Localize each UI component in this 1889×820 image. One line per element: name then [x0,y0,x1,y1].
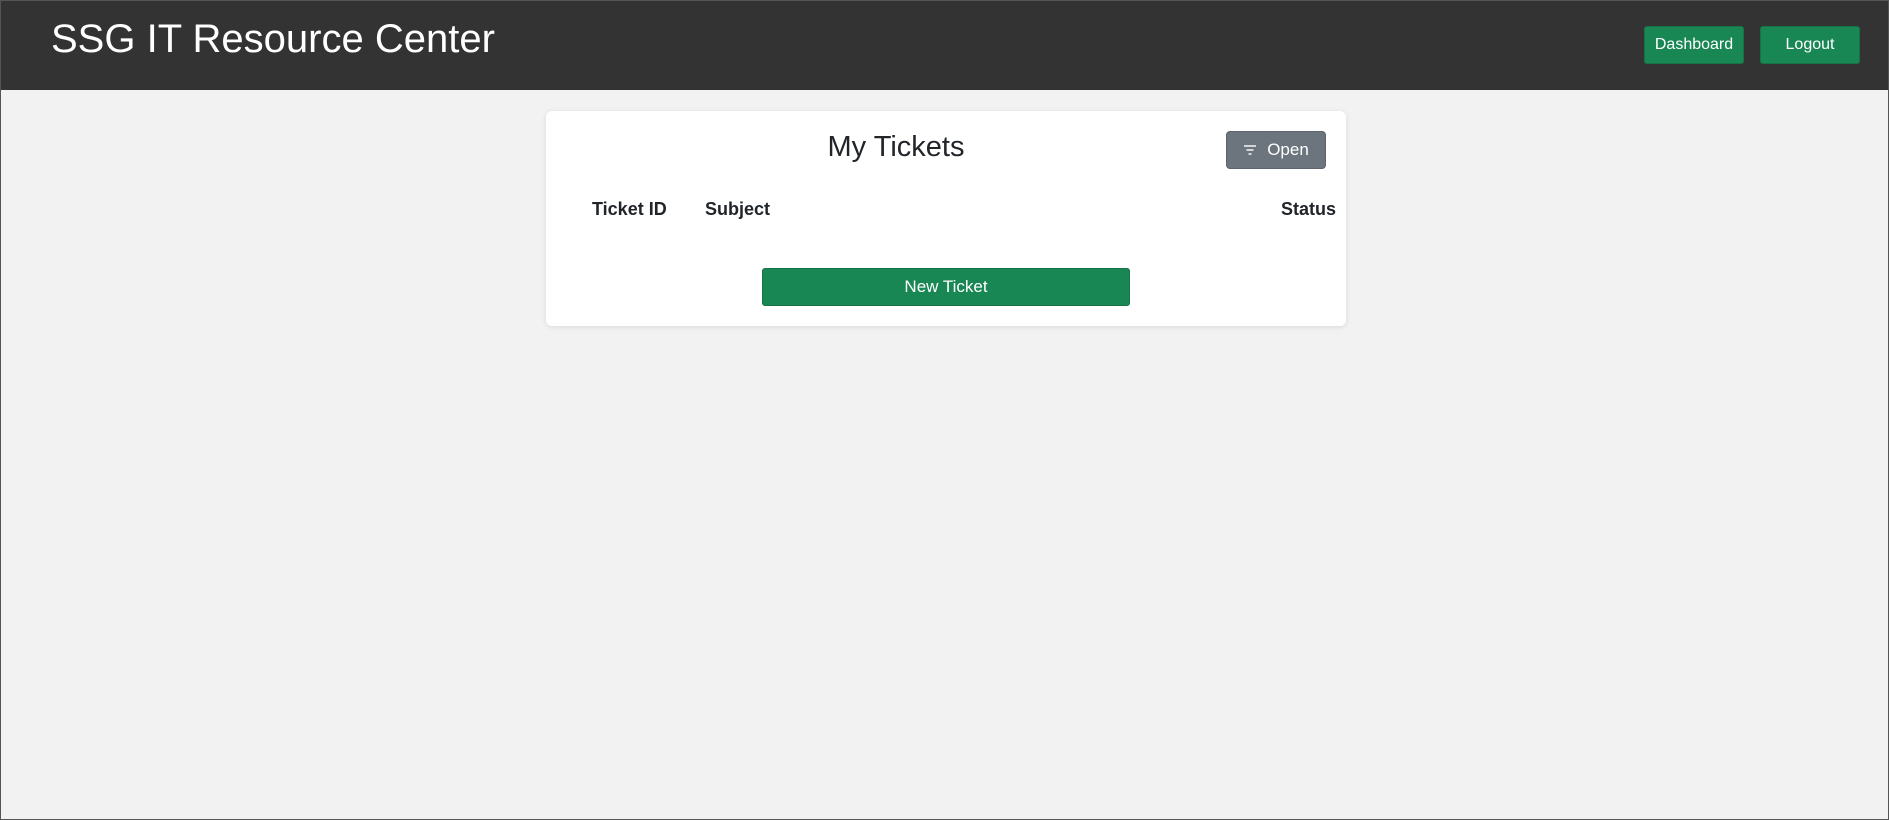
tickets-card: My Tickets Open Ticket ID Subject Status… [546,111,1346,326]
page-title: My Tickets [827,131,965,163]
column-header-ticket-id: Ticket ID [592,199,667,219]
status-filter-button[interactable]: Open [1226,131,1326,169]
filter-icon [1243,144,1257,156]
logout-button[interactable]: Logout [1760,26,1860,64]
column-header-status: Status [1281,199,1337,219]
column-header-subject: Subject [705,199,771,219]
new-ticket-button[interactable]: New Ticket [762,268,1130,306]
app-window: SSG IT Resource Center Dashboard Logout … [0,0,1889,820]
dashboard-button[interactable]: Dashboard [1644,26,1744,64]
top-navbar: SSG IT Resource Center Dashboard Logout [1,1,1888,90]
tickets-table-header: Ticket ID Subject Status [592,199,1336,223]
app-title: SSG IT Resource Center [51,17,495,61]
filter-label: Open [1267,140,1309,159]
